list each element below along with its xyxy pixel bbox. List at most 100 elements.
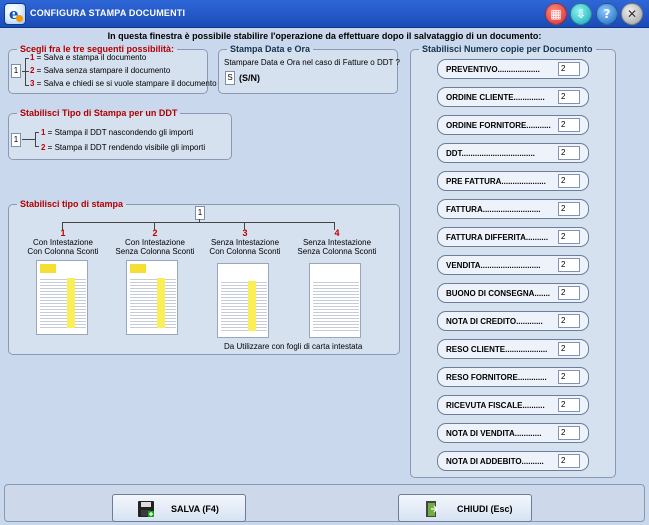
print-option-2-line2: Senza Colonna Sconti <box>115 247 195 256</box>
print-type-input[interactable]: 1 <box>195 206 205 220</box>
print-type-connector-stem <box>199 219 200 223</box>
copies-item-input[interactable]: 2 <box>558 286 580 300</box>
copies-item-input[interactable]: 2 <box>558 370 580 384</box>
copies-item-input[interactable]: 2 <box>558 454 580 468</box>
copies-item: NOTA DI CREDITO............ 2 <box>437 311 589 331</box>
close-button[interactable]: CHIUDI (Esc) <box>398 494 532 522</box>
copies-item-input[interactable]: 2 <box>558 342 580 356</box>
info-text: In questa finestra è possibile stabilire… <box>107 31 542 41</box>
title-bar: e CONFIGURA STAMPA DOCUMENTI ▦ ⇩ ? ✕ <box>0 0 649 28</box>
copies-item-label: DDT................................. <box>446 149 535 158</box>
copies-item-label: FATTURA.......................... <box>446 205 541 214</box>
ddt-option-1: 1 = Stampa il DDT nascondendo gli import… <box>41 128 194 137</box>
copies-item-input[interactable]: 2 <box>558 314 580 328</box>
print-option-2[interactable]: 2 Con Intestazione Senza Colonna Sconti <box>112 228 198 256</box>
print-option-2-line1: Con Intestazione <box>124 238 186 247</box>
ddt-input[interactable]: 1 <box>11 133 21 147</box>
copies-item-label: RICEVUTA FISCALE.......... <box>446 401 545 410</box>
copies-item-input[interactable]: 2 <box>558 174 580 188</box>
close-button-label: CHIUDI (Esc) <box>457 504 513 514</box>
print-option-3-line1: Senza Intestazione <box>210 238 280 247</box>
print-option-1[interactable]: 1 Con Intestazione Con Colonna Sconti <box>22 228 104 256</box>
ddt-connector-1 <box>35 132 39 133</box>
choice-input[interactable]: 1 <box>11 64 21 78</box>
save-button[interactable]: SALVA (F4) <box>112 494 246 522</box>
print-option-4-line1: Senza Intestazione <box>302 238 372 247</box>
copies-item: ORDINE CLIENTE.............. 2 <box>437 87 589 107</box>
choice-connector-3 <box>25 85 29 86</box>
copies-item-label: ORDINE CLIENTE.............. <box>446 93 545 102</box>
copies-item: RESO CLIENTE................... 2 <box>437 339 589 359</box>
copies-item: VENDITA........................... 2 <box>437 255 589 275</box>
date-question: Stampare Data e Ora nel caso di Fatture … <box>224 58 400 67</box>
print-option-3[interactable]: 3 Senza Intestazione Con Colonna Sconti <box>201 228 289 256</box>
close-icon[interactable]: ✕ <box>621 3 643 25</box>
ddt-legend: Stabilisci Tipo di Stampa per un DDT <box>20 108 178 118</box>
choice-option-3: 3 = Salva e chiedi se si vuole stampare … <box>30 79 217 88</box>
choice-option-1: 1 = Salva e stampa il documento <box>30 53 147 62</box>
copies-item-input[interactable]: 2 <box>558 230 580 244</box>
print-preview-3[interactable] <box>217 263 269 338</box>
copies-item: BUONO DI CONSEGNA....... 2 <box>437 283 589 303</box>
copies-item: RESO FORNITORE............. 2 <box>437 367 589 387</box>
date-legend: Stampa Data e Ora <box>230 44 311 54</box>
copies-item-input[interactable]: 2 <box>558 426 580 440</box>
save-button-label: SALVA (F4) <box>171 504 219 514</box>
ddt-connector <box>35 132 36 146</box>
print-option-4-line2: Senza Colonna Sconti <box>297 247 377 256</box>
print-preview-2[interactable] <box>126 260 178 335</box>
window-title: CONFIGURA STAMPA DOCUMENTI <box>30 8 186 18</box>
copies-item-input[interactable]: 2 <box>558 202 580 216</box>
calculator-icon[interactable]: ▦ <box>545 3 567 25</box>
copies-item-input[interactable]: 2 <box>558 62 580 76</box>
choice-connector-1 <box>25 58 29 59</box>
copies-item-input[interactable]: 2 <box>558 90 580 104</box>
copies-item-input[interactable]: 2 <box>558 258 580 272</box>
copies-item-label: RESO CLIENTE................... <box>446 345 548 354</box>
copies-item: PREVENTIVO................... 2 <box>437 59 589 79</box>
copies-item-label: RESO FORNITORE............. <box>446 373 547 382</box>
copies-item-label: ORDINE FORNITORE........... <box>446 121 551 130</box>
copies-item-input[interactable]: 2 <box>558 118 580 132</box>
footer-bar <box>4 484 645 522</box>
copies-item-label: PREVENTIVO................... <box>446 65 540 74</box>
copies-item-label: BUONO DI CONSEGNA....... <box>446 289 551 298</box>
app-logo-icon: e <box>4 3 26 25</box>
print-type-connector <box>62 222 334 223</box>
print-option-4-num: 4 <box>334 228 340 238</box>
copies-item-label: NOTA DI ADDEBITO.......... <box>446 457 544 466</box>
save-icon <box>138 501 154 517</box>
date-hint: (S/N) <box>239 73 260 83</box>
copies-item: DDT................................. 2 <box>437 143 589 163</box>
copies-item: ORDINE FORNITORE........... 2 <box>437 115 589 135</box>
print-preview-4[interactable] <box>309 263 361 338</box>
date-group: Stampa Data e Ora <box>218 44 398 94</box>
copies-item-label: NOTA DI CREDITO............ <box>446 317 543 326</box>
copies-item-input[interactable]: 2 <box>558 398 580 412</box>
copies-item-label: PRE FATTURA.................... <box>446 177 546 186</box>
print-option-2-num: 2 <box>152 228 158 238</box>
choice-connector-2 <box>22 71 29 72</box>
door-icon <box>426 501 438 517</box>
copies-item: FATTURA.......................... 2 <box>437 199 589 219</box>
copies-item: PRE FATTURA.................... 2 <box>437 171 589 191</box>
print-type-footnote: Da Utilizzare con fogli di carta intesta… <box>224 342 363 351</box>
copies-item-label: VENDITA........................... <box>446 261 541 270</box>
ddt-connector-3 <box>35 146 39 147</box>
print-type-legend: Stabilisci tipo di stampa <box>20 199 124 209</box>
help-icon[interactable]: ? <box>596 3 618 25</box>
download-icon[interactable]: ⇩ <box>570 3 592 25</box>
copies-item: NOTA DI VENDITA............ 2 <box>437 423 589 443</box>
print-option-4[interactable]: 4 Senza Intestazione Senza Colonna Scont… <box>292 228 382 256</box>
print-option-1-line1: Con Intestazione <box>32 238 94 247</box>
copies-item-label: FATTURA DIFFERITA.......... <box>446 233 549 242</box>
copies-item-input[interactable]: 2 <box>558 146 580 160</box>
copies-item: FATTURA DIFFERITA.......... 2 <box>437 227 589 247</box>
ddt-connector-2 <box>22 139 35 140</box>
print-option-3-num: 3 <box>242 228 248 238</box>
choice-option-2: 2 = Salva senza stampare il documento <box>30 66 171 75</box>
ddt-option-2: 2 = Stampa il DDT rendendo visibile gli … <box>41 143 206 152</box>
date-input[interactable]: S <box>225 71 235 85</box>
print-preview-1[interactable] <box>36 260 88 335</box>
print-option-1-num: 1 <box>60 228 66 238</box>
